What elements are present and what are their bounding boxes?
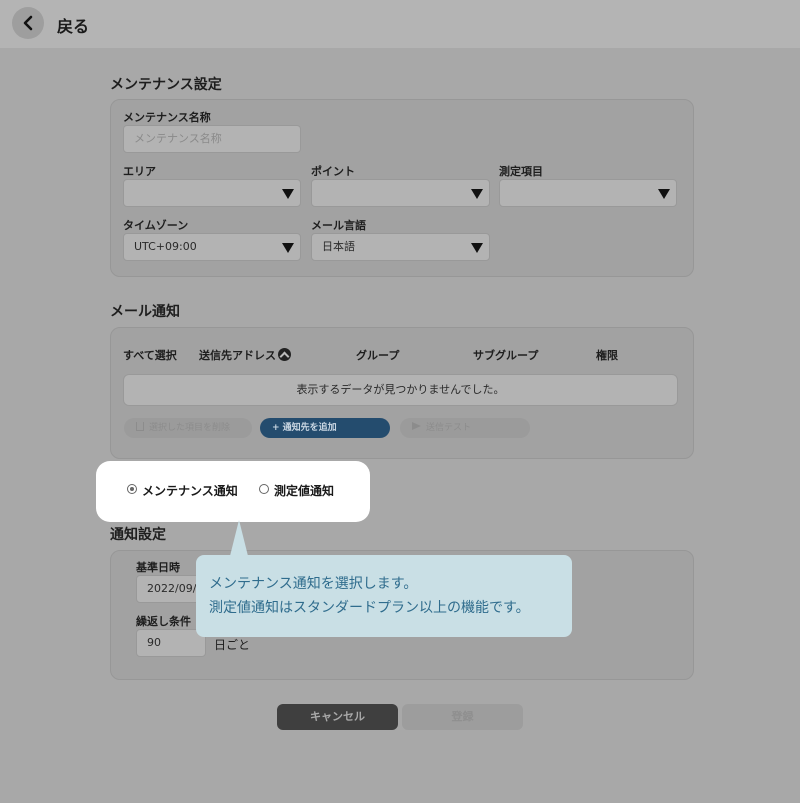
caret-down-icon [282,243,294,253]
guide-tooltip: メンテナンス通知を選択します。 測定値通知はスタンダードプラン以上の機能です。 [196,555,572,637]
tooltip-line-2: 測定値通知はスタンダードプラン以上の機能です。 [209,600,530,616]
measure-label: 測定項目 [499,165,543,178]
repeat-days-input[interactable]: 90 [136,629,206,657]
timezone-select[interactable]: UTC+09:00 [123,233,301,261]
send-test-label: 送信テスト [426,423,472,433]
mail-language-value: 日本語 [322,240,355,253]
notify-type-highlight: メンテナンス通知 測定値通知 [96,461,370,522]
permission-header: 権限 [596,349,618,362]
area-label: エリア [123,165,156,178]
notify-settings-section-title: 通知設定 [110,527,166,543]
point-select[interactable] [311,179,490,207]
back-button[interactable] [12,7,44,39]
tooltip-pointer [230,520,248,556]
add-recipient-button[interactable]: + 通知先を追加 [260,418,390,438]
measure-select[interactable] [499,179,677,207]
delete-selected-button[interactable]: 選択した項目を削除 [124,418,252,438]
repeat-unit-label: 日ごと [214,638,251,652]
subgroup-header: サブグループ [473,349,539,362]
group-header: グループ [356,349,400,362]
mail-section-title: メール通知 [110,304,180,320]
send-icon [412,422,421,430]
address-header[interactable]: 送信先アドレス [199,347,291,363]
caret-down-icon [471,189,483,199]
maintenance-name-label: メンテナンス名称 [123,111,211,124]
empty-message: 表示するデータが見つかりませんでした。 [123,374,678,406]
maintenance-name-input[interactable]: メンテナンス名称 [123,125,301,153]
mail-language-select[interactable]: 日本語 [311,233,490,261]
area-select[interactable] [123,179,301,207]
submit-button[interactable]: 登録 [402,704,523,730]
timezone-label: タイムゾーン [123,219,189,232]
radio-measurement-notify[interactable] [259,484,269,494]
timezone-value: UTC+09:00 [134,240,197,253]
back-label[interactable]: 戻る [57,13,89,37]
mail-language-label: メール言語 [311,219,366,232]
delete-selected-label: 選択した項目を削除 [149,423,231,433]
address-header-label: 送信先アドレス [199,349,276,362]
sort-ascending-icon[interactable] [278,348,291,361]
caret-down-icon [471,243,483,253]
repeat-condition-label: 繰返し条件 [136,615,191,628]
base-datetime-label: 基準日時 [136,561,180,574]
maintenance-section-title: メンテナンス設定 [110,77,222,93]
top-bar: 戻る [0,0,800,48]
point-label: ポイント [311,165,355,178]
caret-down-icon [658,189,670,199]
radio-maintenance-notify[interactable] [127,484,137,494]
send-test-button[interactable]: 送信テスト [400,418,530,438]
select-all-header[interactable]: すべて選択 [123,347,177,363]
radio-maintenance-notify-label[interactable]: メンテナンス通知 [142,482,238,499]
chevron-left-icon [23,15,33,31]
trash-icon [136,422,144,431]
tooltip-line-1: メンテナンス通知を選択します。 [209,576,418,592]
caret-down-icon [282,189,294,199]
radio-measurement-notify-label[interactable]: 測定値通知 [274,482,334,499]
cancel-button[interactable]: キャンセル [277,704,398,730]
